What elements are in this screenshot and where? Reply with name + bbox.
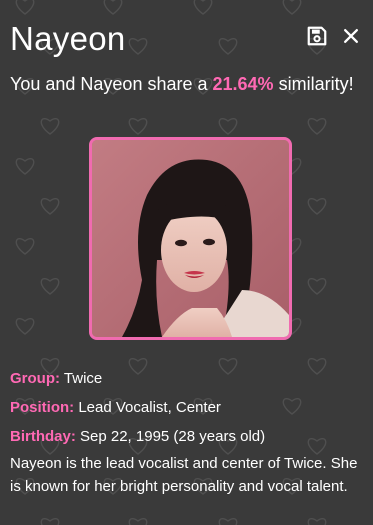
save-button[interactable] [305,24,329,48]
position-label: Position: [10,399,75,416]
birthday-label: Birthday: [10,428,76,445]
profile-info: Group: Twice Position: Lead Vocalist, Ce… [10,364,365,498]
card-actions [305,24,363,48]
profile-photo [89,137,292,340]
close-button[interactable] [339,24,363,48]
group-row: Group: Twice [10,364,365,393]
save-icon [307,26,327,46]
position-value: Lead Vocalist, Center [78,399,221,416]
profile-description: Nayeon is the lead vocalist and center o… [10,455,358,495]
birthday-row: Birthday: Sep 22, 1995 (28 years old) [10,422,365,451]
similarity-suffix: similarity! [278,74,354,94]
birthday-value: Sep 22, 1995 (28 years old) [80,428,266,445]
similarity-prefix: You and Nayeon share a [10,74,208,94]
close-icon [344,29,358,43]
similarity-text: You and Nayeon share a 21.64% similarity… [10,70,360,99]
profile-card: Nayeon You and Nayeon share a 21.64% sim… [0,0,373,525]
group-value: Twice [63,370,103,387]
position-row: Position: Lead Vocalist, Center [10,393,365,422]
profile-name: Nayeon [10,20,126,57]
group-label: Group: [10,370,60,387]
similarity-percent: 21.64% [212,74,274,94]
